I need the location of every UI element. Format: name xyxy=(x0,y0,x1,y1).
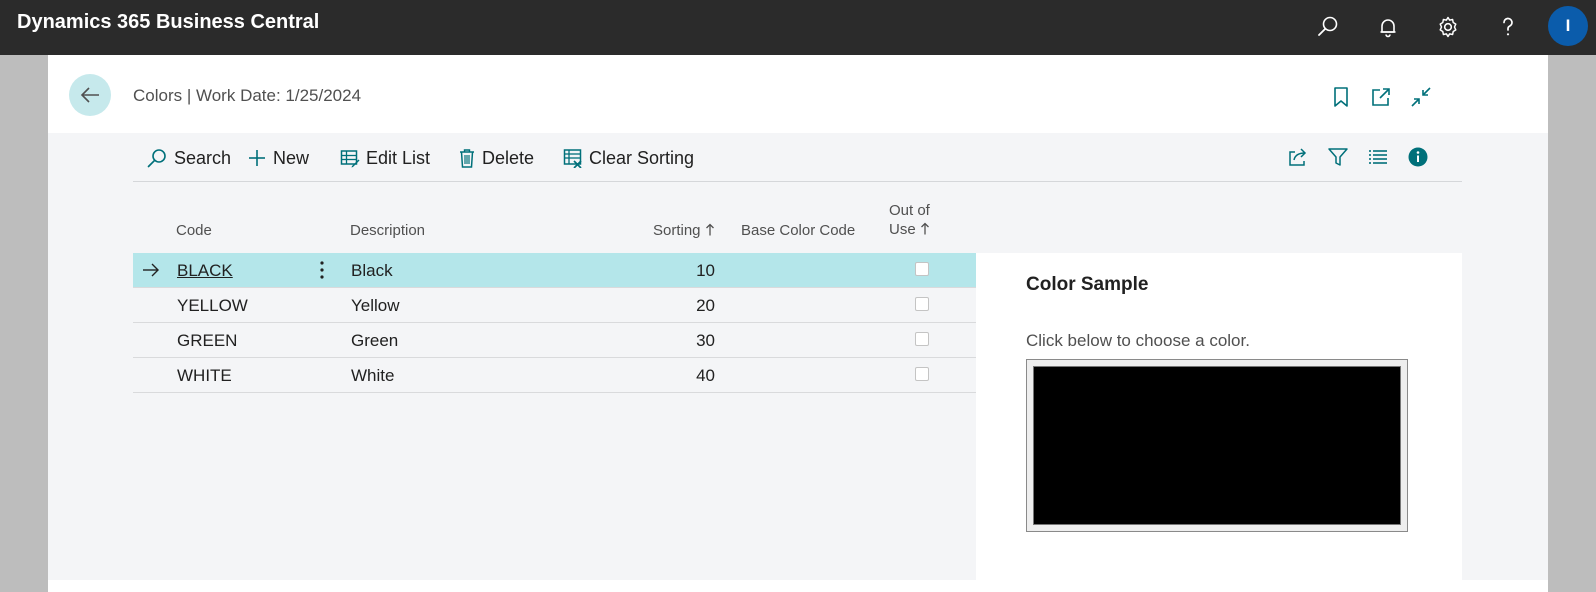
cell-sorting[interactable]: 40 xyxy=(655,366,715,386)
share-icon[interactable] xyxy=(1286,145,1310,169)
delete-label: Delete xyxy=(482,147,535,168)
app-title[interactable]: Dynamics 365 Business Central xyxy=(17,11,319,34)
cell-description[interactable]: Yellow xyxy=(351,296,400,316)
info-icon[interactable] xyxy=(1406,145,1430,169)
cell-code[interactable]: YELLOW xyxy=(177,296,248,316)
trash-icon xyxy=(460,149,474,168)
list-view-icon[interactable] xyxy=(1366,145,1390,169)
sort-ascending-icon xyxy=(705,223,714,236)
clear-sorting-label: Clear Sorting xyxy=(589,147,695,168)
table-row[interactable]: BLACK Black 10 xyxy=(133,253,976,288)
out-of-use-checkbox[interactable] xyxy=(915,332,929,346)
filter-icon[interactable] xyxy=(1326,145,1350,169)
column-header-code[interactable]: Code xyxy=(176,221,212,240)
table-row[interactable]: GREEN Green 30 xyxy=(133,323,976,358)
bookmark-icon[interactable] xyxy=(1328,84,1354,110)
column-header-sorting[interactable]: Sorting xyxy=(653,221,715,240)
table-row[interactable]: YELLOW Yellow 20 xyxy=(133,288,976,323)
new-label: New xyxy=(273,147,310,168)
search-button[interactable]: Search xyxy=(146,146,231,170)
color-sample[interactable] xyxy=(1033,366,1401,525)
edit-list-button[interactable]: Edit List xyxy=(340,146,430,170)
app-bar: Dynamics 365 Business Central I xyxy=(0,0,1596,55)
plus-icon xyxy=(249,150,265,166)
edit-list-icon xyxy=(340,150,360,168)
factbox-title: Color Sample xyxy=(1026,274,1149,295)
search-icon[interactable] xyxy=(1313,12,1343,42)
column-header-out-of-use-line1: Out of xyxy=(889,202,930,219)
content-area: Search New Edit List Delete Clear Sortin… xyxy=(48,133,1548,580)
cell-code[interactable]: BLACK xyxy=(177,261,233,281)
factbox-hint: Click below to choose a color. xyxy=(1026,331,1250,350)
cell-code[interactable]: WHITE xyxy=(177,366,232,386)
column-header-out-of-use[interactable]: Out of Use xyxy=(889,201,930,239)
arrow-left-icon xyxy=(80,87,99,103)
column-header-base-color-code[interactable]: Base Color Code xyxy=(741,221,855,240)
bell-icon[interactable] xyxy=(1373,12,1403,42)
cell-code[interactable]: GREEN xyxy=(177,331,237,351)
user-avatar[interactable]: I xyxy=(1548,6,1588,46)
left-gutter xyxy=(0,55,48,592)
column-header-sorting-label: Sorting xyxy=(653,222,701,239)
gear-icon[interactable] xyxy=(1433,12,1463,42)
color-picker-swatch[interactable] xyxy=(1026,359,1408,532)
out-of-use-checkbox[interactable] xyxy=(915,262,929,276)
search-icon xyxy=(147,149,166,168)
more-options-icon[interactable] xyxy=(319,260,325,280)
open-new-window-icon[interactable] xyxy=(1368,84,1394,110)
cell-description[interactable]: Green xyxy=(351,331,398,351)
cell-sorting[interactable]: 10 xyxy=(655,261,715,281)
action-bar: Search New Edit List Delete Clear Sortin… xyxy=(133,133,1462,182)
page-title: Colors | Work Date: 1/25/2024 xyxy=(133,86,362,105)
column-header-out-of-use-line2: Use xyxy=(889,221,916,238)
right-gutter xyxy=(1548,55,1596,592)
sort-ascending-icon xyxy=(920,222,929,235)
table-row[interactable]: WHITE White 40 xyxy=(133,358,976,393)
clear-sorting-button[interactable]: Clear Sorting xyxy=(563,146,694,170)
new-button[interactable]: New xyxy=(247,146,309,170)
back-button[interactable] xyxy=(69,74,111,116)
out-of-use-checkbox[interactable] xyxy=(915,367,929,381)
cell-description[interactable]: White xyxy=(351,366,394,386)
column-header-description[interactable]: Description xyxy=(350,221,425,240)
edit-list-label: Edit List xyxy=(366,147,431,168)
out-of-use-checkbox[interactable] xyxy=(915,297,929,311)
color-sample-factbox: Color Sample Click below to choose a col… xyxy=(976,253,1462,580)
row-pointer-arrow-icon xyxy=(143,263,159,277)
clear-sorting-icon xyxy=(563,149,582,168)
cell-description[interactable]: Black xyxy=(351,261,393,281)
page-header: Colors | Work Date: 1/25/2024 xyxy=(48,55,1548,133)
delete-button[interactable]: Delete xyxy=(458,146,534,170)
cell-sorting[interactable]: 20 xyxy=(655,296,715,316)
page-card: Colors | Work Date: 1/25/2024 Search New… xyxy=(48,55,1548,592)
cell-sorting[interactable]: 30 xyxy=(655,331,715,351)
search-label: Search xyxy=(174,147,232,168)
collapse-icon[interactable] xyxy=(1408,84,1434,110)
help-icon[interactable] xyxy=(1493,12,1523,42)
